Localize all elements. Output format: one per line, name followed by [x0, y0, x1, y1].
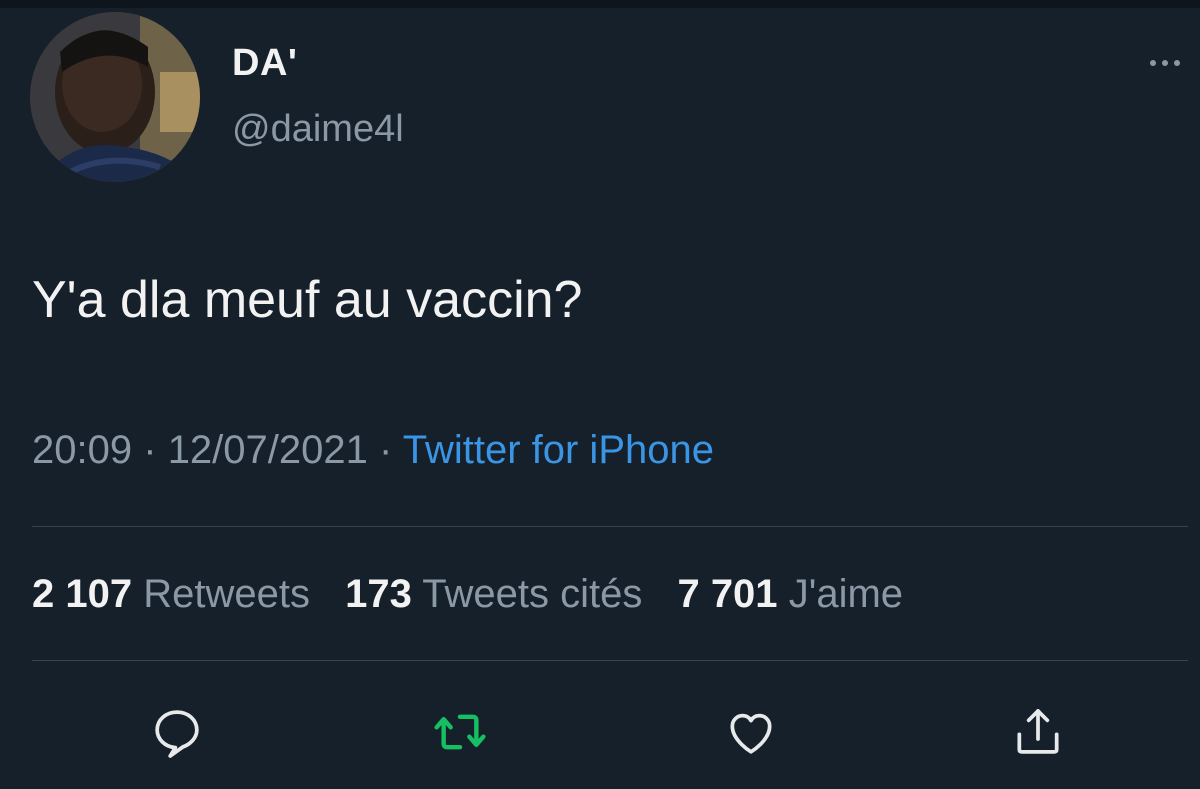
author-avatar[interactable] — [30, 12, 200, 182]
meta-separator: · — [143, 428, 157, 472]
tweet-stats: 2 107 Retweets 173 Tweets cités 7 701 J'… — [32, 572, 927, 617]
meta-separator: · — [379, 428, 393, 472]
retweets-stat[interactable]: 2 107 Retweets — [32, 572, 321, 616]
likes-stat[interactable]: 7 701 J'aime — [677, 572, 903, 616]
likes-label: J'aime — [788, 572, 904, 616]
retweets-label: Retweets — [143, 572, 310, 616]
retweet-arrows-icon — [434, 714, 486, 750]
share-upload-icon — [1017, 709, 1059, 754]
divider — [32, 660, 1188, 661]
retweet-button[interactable] — [428, 700, 492, 764]
more-dot — [1150, 60, 1156, 66]
likes-count: 7 701 — [677, 572, 778, 616]
tweet-source-link[interactable]: Twitter for iPhone — [403, 428, 714, 472]
share-button[interactable] — [1006, 700, 1070, 764]
quotes-label: Tweets cités — [422, 572, 643, 616]
tweet-meta: 20:09 · 12/07/2021 · Twitter for iPhone — [32, 428, 714, 473]
avatar-photo — [30, 12, 200, 182]
retweets-count: 2 107 — [32, 572, 133, 616]
tweet-date: 12/07/2021 — [167, 428, 368, 472]
tweet-time: 20:09 — [32, 428, 133, 472]
quotes-stat[interactable]: 173 Tweets cités — [345, 572, 653, 616]
reply-button[interactable] — [145, 700, 209, 764]
author-handle[interactable]: @daime4l — [232, 108, 404, 151]
divider — [32, 526, 1188, 527]
more-dot — [1174, 60, 1180, 66]
reply-bubble-icon — [155, 710, 199, 758]
more-options-icon[interactable] — [1140, 48, 1190, 78]
more-dot — [1162, 60, 1168, 66]
heart-icon — [730, 713, 772, 754]
tweet-text: Y'a dla meuf au vaccin? — [32, 271, 583, 329]
author-name[interactable]: DA' — [232, 42, 297, 85]
like-button[interactable] — [719, 700, 783, 764]
quotes-count: 173 — [345, 572, 412, 616]
top-edge-bar — [0, 0, 1200, 8]
